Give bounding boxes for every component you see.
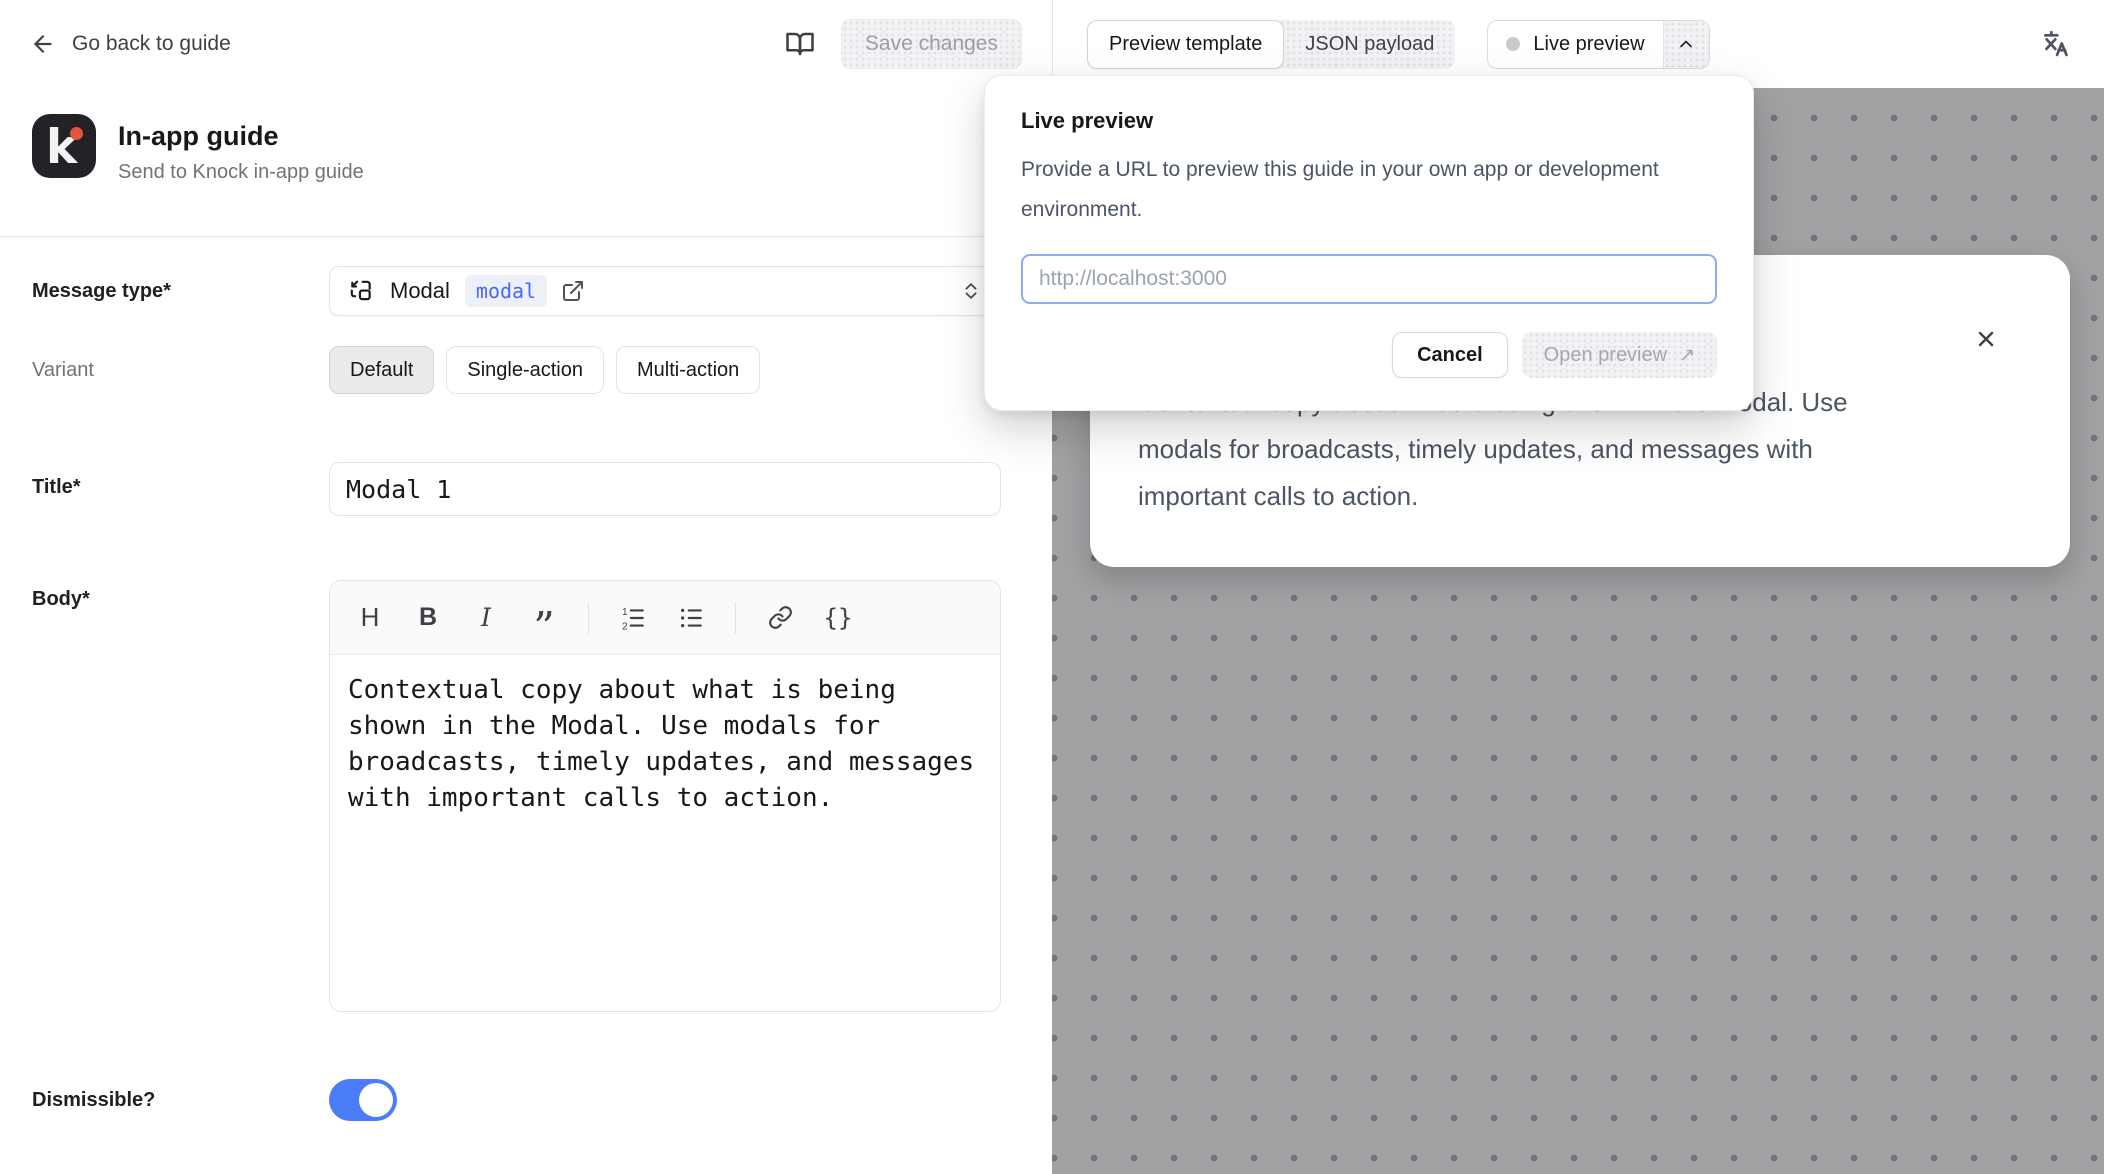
tab-json-payload[interactable]: JSON payload	[1284, 20, 1455, 69]
variant-options: Default Single-action Multi-action	[329, 346, 1001, 394]
bullet-list-icon[interactable]	[677, 601, 705, 635]
message-type-label: Message type*	[32, 280, 329, 303]
ordered-list-icon[interactable]: 1 2	[619, 601, 647, 635]
page-title: In-app guide	[118, 121, 364, 152]
app-root: Go back to guide Save changes k In-app g…	[0, 0, 2104, 1174]
live-preview-collapse-button[interactable]	[1663, 21, 1709, 68]
body-editor: H B I ” 1 2	[329, 580, 1001, 1012]
close-icon[interactable]	[1974, 327, 1998, 351]
link-icon[interactable]	[766, 601, 794, 635]
knock-logo: k	[32, 114, 96, 178]
variant-option-default[interactable]: Default	[329, 346, 434, 394]
title-input[interactable]	[329, 462, 1001, 516]
body-label: Body*	[32, 580, 329, 1012]
italic-icon[interactable]: I	[472, 601, 500, 635]
message-type-select[interactable]: Modal modal	[329, 266, 1001, 316]
bold-icon[interactable]: B	[414, 601, 442, 635]
popover-description: Provide a URL to preview this guide in y…	[1021, 150, 1666, 230]
variant-label: Variant	[32, 359, 329, 382]
dismissible-row: Dismissible?	[32, 1079, 1001, 1121]
toolbar-divider	[735, 602, 736, 634]
heading-icon[interactable]: H	[356, 601, 384, 635]
save-changes-button[interactable]: Save changes	[841, 19, 1022, 69]
editor-panel: Go back to guide Save changes k In-app g…	[0, 0, 1052, 1174]
page-subtitle: Send to Knock in-app guide	[118, 161, 364, 184]
live-preview-popover: Live preview Provide a URL to preview th…	[984, 75, 1754, 411]
arrow-left-icon	[30, 31, 56, 57]
back-link[interactable]: Go back to guide	[30, 31, 231, 57]
toggle-knob	[359, 1083, 393, 1117]
guide-form: Message type* Modal modal	[0, 237, 1052, 1121]
guide-header-text: In-app guide Send to Knock in-app guide	[118, 114, 364, 184]
translate-icon[interactable]	[2040, 28, 2072, 60]
popover-title: Live preview	[1021, 108, 1717, 134]
external-link-icon[interactable]	[561, 279, 585, 303]
variant-row: Variant Default Single-action Multi-acti…	[32, 346, 1001, 394]
back-link-label: Go back to guide	[72, 32, 231, 56]
open-preview-button[interactable]: Open preview ↗	[1522, 332, 1717, 378]
message-type-value: Modal	[390, 278, 450, 304]
svg-text:1: 1	[622, 606, 627, 617]
body-line: with important calls to action.	[348, 780, 982, 816]
modal-preview-line: important calls to action.	[1138, 473, 2028, 520]
modal-type-icon	[348, 278, 374, 304]
live-preview-label: Live preview	[1533, 33, 1644, 56]
title-label: Title*	[32, 462, 329, 516]
preview-url-input[interactable]	[1021, 254, 1717, 304]
dismissible-label: Dismissible?	[32, 1089, 329, 1112]
modal-preview-line: modals for broadcasts, timely updates, a…	[1138, 426, 2028, 473]
blockquote-icon[interactable]: ”	[530, 601, 558, 635]
live-preview-button-group: Live preview	[1487, 20, 1709, 69]
chevron-up-icon	[1676, 34, 1696, 54]
body-line: Contextual copy about what is being	[348, 672, 982, 708]
chevrons-updown-icon	[960, 280, 982, 302]
variant-option-multi-action[interactable]: Multi-action	[616, 346, 760, 394]
dismissible-toggle[interactable]	[329, 1079, 397, 1121]
arrow-up-right-icon: ↗	[1679, 344, 1695, 367]
editor-topbar: Go back to guide Save changes	[0, 0, 1052, 88]
variant-option-single-action[interactable]: Single-action	[446, 346, 604, 394]
open-preview-label: Open preview	[1544, 344, 1667, 367]
tab-preview-template[interactable]: Preview template	[1087, 20, 1284, 69]
body-line: shown in the Modal. Use modals for	[348, 708, 982, 744]
editor-toolbar: H B I ” 1 2	[330, 581, 1000, 655]
topbar-actions: Save changes	[785, 19, 1022, 69]
guide-header: k In-app guide Send to Knock in-app guid…	[0, 88, 1052, 237]
knock-logo-dot	[70, 127, 83, 140]
live-preview-status-dot	[1506, 37, 1520, 51]
body-row: Body* H B I ” 1	[32, 580, 1001, 1012]
message-type-key-badge: modal	[465, 275, 547, 307]
cancel-button[interactable]: Cancel	[1392, 332, 1508, 378]
braces-icon[interactable]: {}	[824, 601, 852, 635]
svg-text:2: 2	[622, 621, 627, 631]
body-line: broadcasts, timely updates, and messages	[348, 744, 982, 780]
preview-mode-tabs: Preview template JSON payload	[1087, 20, 1455, 69]
docs-book-icon[interactable]	[785, 29, 815, 59]
title-row: Title*	[32, 462, 1001, 516]
toolbar-divider	[588, 602, 589, 634]
body-editor-content[interactable]: Contextual copy about what is being show…	[330, 655, 1000, 833]
live-preview-button[interactable]: Live preview	[1488, 21, 1662, 68]
popover-actions: Cancel Open preview ↗	[1021, 332, 1717, 378]
message-type-row: Message type* Modal modal	[32, 266, 1001, 316]
